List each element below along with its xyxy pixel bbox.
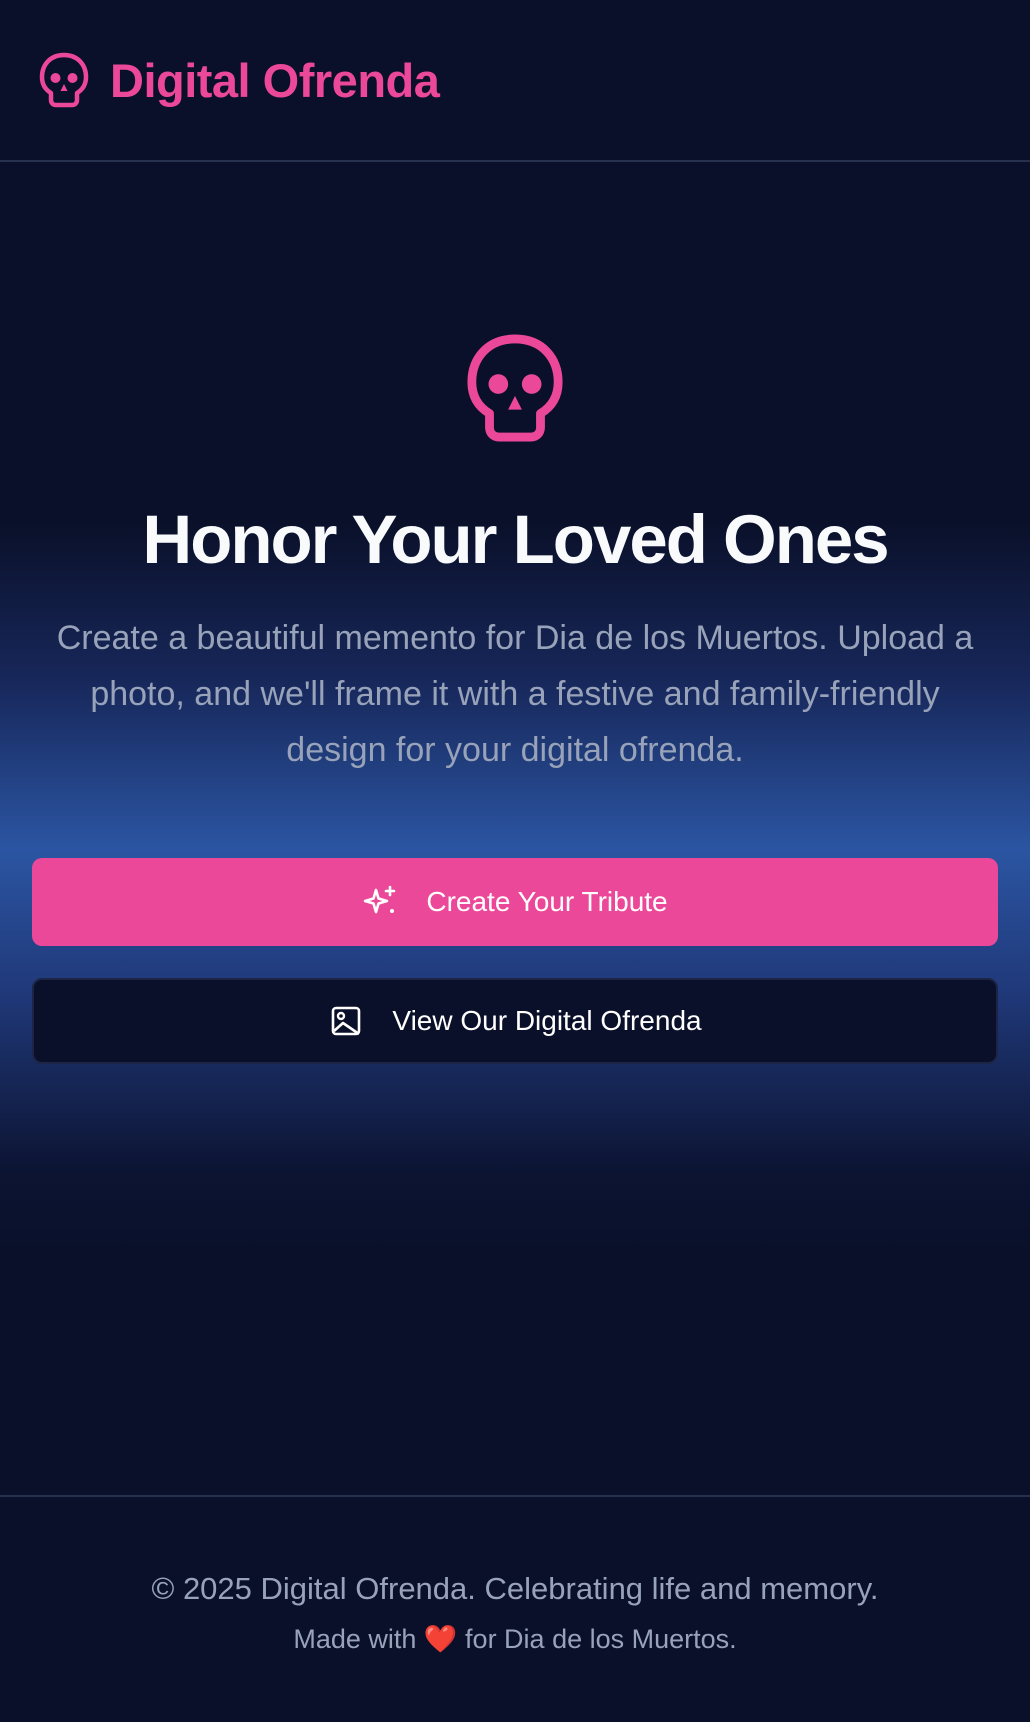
footer-made-with: Made with ❤️ for Dia de los Muertos. [0,1621,1030,1657]
create-tribute-label: Create Your Tribute [426,886,668,917]
site-footer: © 2025 Digital Ofrenda. Celebrating life… [0,1495,1030,1722]
site-header: Digital Ofrenda [0,0,1030,162]
heart-icon: ❤️ [423,1624,458,1654]
footer-copyright: © 2025 Digital Ofrenda. Celebrating life… [151,1571,879,1606]
view-ofrenda-label: View Our Digital Ofrenda [392,1005,702,1036]
skull-icon [464,329,566,447]
image-icon [328,1003,364,1039]
made-with-suffix: for Dia de los Muertos. [465,1624,737,1654]
brand-title[interactable]: Digital Ofrenda [110,53,440,108]
hero-title: Honor Your Loved Ones [142,501,889,578]
create-tribute-button[interactable]: Create Your Tribute [32,858,998,946]
made-with-prefix: Made with [293,1624,417,1654]
view-ofrenda-button[interactable]: View Our Digital Ofrenda [32,978,998,1064]
page: Digital Ofrenda Honor Your Loved Ones Cr… [0,0,1030,1722]
skull-icon[interactable] [38,51,90,109]
hero-subtitle: Create a beautiful memento for Dia de lo… [56,619,974,769]
sparkles-icon [362,884,398,920]
